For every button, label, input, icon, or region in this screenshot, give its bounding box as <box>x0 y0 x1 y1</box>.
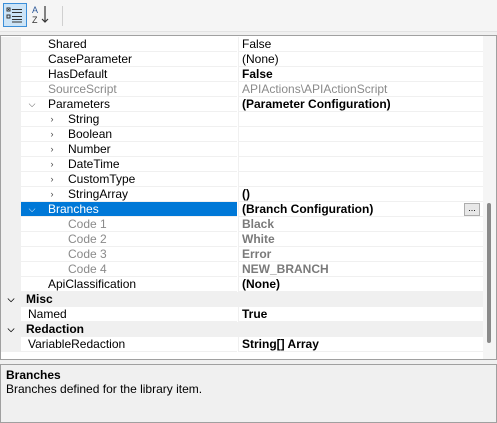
property-name: Code 3 <box>68 247 107 261</box>
property-value[interactable]: True <box>238 307 483 322</box>
property-row-parameters[interactable]: ⌵ Parameters (Parameter Configuration) <box>1 97 483 112</box>
property-name: Branches <box>48 202 99 216</box>
property-value[interactable]: (Parameter Configuration) <box>238 97 483 112</box>
property-value[interactable]: (None) <box>238 277 483 292</box>
property-value[interactable] <box>238 112 483 127</box>
branches-edit-button[interactable]: ... <box>464 203 480 216</box>
property-value[interactable]: (None) <box>238 52 483 67</box>
property-value: White <box>238 232 483 247</box>
property-name: StringArray <box>68 187 129 201</box>
property-row-variableredaction[interactable]: › VariableRedaction String[] Array <box>1 337 483 352</box>
chevron-right-icon[interactable]: › <box>46 172 58 186</box>
property-value[interactable] <box>238 127 483 142</box>
property-row-boolean[interactable]: › Boolean <box>1 127 483 142</box>
alphabetical-sort-icon: A Z <box>32 5 49 25</box>
chevron-down-icon[interactable]: ⌵ <box>5 322 17 337</box>
property-name: Shared <box>48 37 87 51</box>
property-name: Code 4 <box>68 262 107 276</box>
property-row-stringarray[interactable]: › StringArray () <box>1 187 483 202</box>
property-name: Named <box>28 307 67 321</box>
property-row-code-2[interactable]: Code 2 White <box>1 232 483 247</box>
property-grid-toolbar: A Z <box>0 0 497 32</box>
property-value[interactable] <box>238 157 483 172</box>
description-pane: Branches Branches defined for the librar… <box>0 364 497 423</box>
chevron-right-icon[interactable]: › <box>46 127 58 141</box>
property-row-string[interactable]: › String <box>1 112 483 127</box>
property-name: VariableRedaction <box>28 337 126 351</box>
category-label: Redaction <box>26 322 85 336</box>
property-name: CustomType <box>68 172 136 186</box>
property-value[interactable]: () <box>238 187 483 202</box>
chevron-right-icon[interactable]: › <box>46 112 58 126</box>
property-name: SourceScript <box>48 82 117 96</box>
property-value[interactable]: False <box>238 67 483 82</box>
property-name: CaseParameter <box>48 52 133 66</box>
property-name: Code 1 <box>68 217 107 231</box>
branches-value-text: (Branch Configuration) <box>242 202 374 216</box>
property-value: Black <box>238 217 483 232</box>
property-name: HasDefault <box>48 67 108 81</box>
property-row-hasdefault[interactable]: HasDefault False <box>1 67 483 82</box>
property-name: Number <box>68 142 111 156</box>
property-row-customtype[interactable]: › CustomType <box>1 172 483 187</box>
property-row-branches[interactable]: ⌵ Branches (Branch Configuration) ... <box>1 202 483 217</box>
property-grid: Shared False CaseParameter (None) HasDef… <box>0 35 497 360</box>
categorized-view-button[interactable] <box>3 3 27 27</box>
chevron-down-icon[interactable]: ⌵ <box>26 202 38 216</box>
property-value[interactable]: String[] Array <box>238 337 483 352</box>
property-name: Parameters <box>48 97 111 111</box>
scrollbar-thumb[interactable] <box>487 203 491 343</box>
alpha-bottom-glyph: Z <box>32 15 38 25</box>
property-row-caseparameter[interactable]: CaseParameter (None) <box>1 52 483 67</box>
chevron-right-icon[interactable]: › <box>46 157 58 171</box>
property-row-apiclassification[interactable]: ApiClassification (None) <box>1 277 483 292</box>
property-row-named[interactable]: Named True <box>1 307 483 322</box>
property-value[interactable] <box>238 172 483 187</box>
description-text: Branches defined for the library item. <box>6 382 203 396</box>
chevron-right-icon[interactable]: › <box>46 142 58 156</box>
property-value[interactable]: False <box>238 37 483 52</box>
property-name: Code 2 <box>68 232 107 246</box>
property-row-number[interactable]: › Number <box>1 142 483 157</box>
chevron-down-icon[interactable]: ⌵ <box>5 292 17 307</box>
property-name: ApiClassification <box>48 277 137 291</box>
category-misc[interactable]: ⌵ Misc <box>1 292 483 307</box>
chevron-down-icon[interactable]: ⌵ <box>26 97 38 111</box>
property-value: APIActions\APIActionScript <box>238 82 483 97</box>
category-redaction[interactable]: ⌵ Redaction <box>1 322 483 337</box>
property-value[interactable] <box>238 142 483 157</box>
category-label: Misc <box>26 292 53 306</box>
property-row-code-4[interactable]: Code 4 NEW_BRANCH <box>1 262 483 277</box>
toolbar-separator <box>62 6 63 26</box>
property-name: DateTime <box>68 157 120 171</box>
property-value: Error <box>238 247 483 262</box>
property-row-shared[interactable]: Shared False <box>1 37 483 52</box>
property-row-code-3[interactable]: Code 3 Error <box>1 247 483 262</box>
property-value[interactable]: (Branch Configuration) <box>238 202 483 217</box>
property-name: String <box>68 112 100 126</box>
property-name: Boolean <box>68 127 113 141</box>
chevron-right-icon[interactable]: › <box>46 187 58 201</box>
property-row-code-1[interactable]: Code 1 Black <box>1 217 483 232</box>
alpha-top-glyph: A <box>32 5 38 15</box>
vertical-scrollbar[interactable] <box>483 36 496 359</box>
property-value: NEW_BRANCH <box>238 262 483 277</box>
description-title: Branches <box>6 368 61 382</box>
property-row-sourcescript[interactable]: SourceScript APIActions\APIActionScript <box>1 82 483 97</box>
categorized-view-icon <box>6 7 22 23</box>
alphabetical-sort-button[interactable]: A Z <box>30 3 54 27</box>
property-row-datetime[interactable]: › DateTime <box>1 157 483 172</box>
